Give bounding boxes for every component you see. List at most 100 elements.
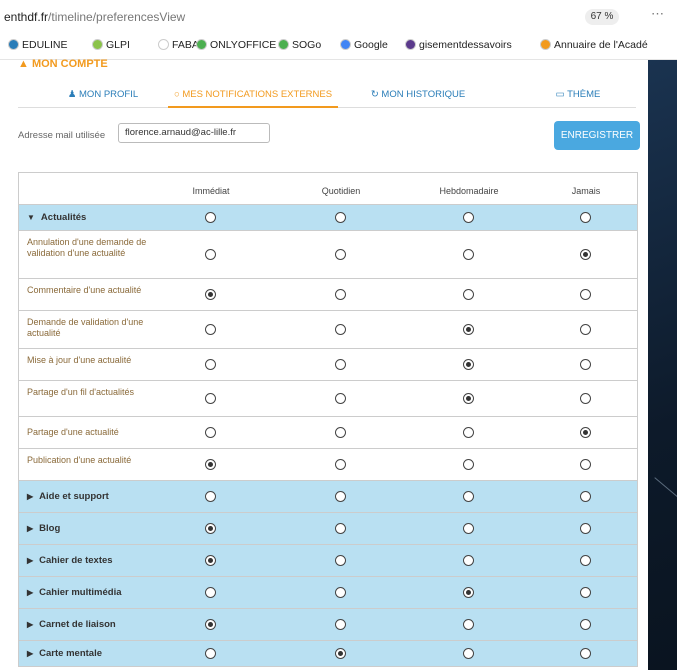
column-header: Jamais — [571, 186, 601, 196]
frequency-radio[interactable] — [463, 648, 474, 659]
bookmark-item[interactable]: FABA — [158, 39, 199, 51]
tab-theme[interactable]: ▭ THÈME — [538, 82, 618, 108]
bookmark-icon — [158, 39, 169, 50]
frequency-radio[interactable] — [205, 359, 216, 370]
bookmark-item[interactable]: Google — [340, 39, 388, 51]
frequency-radio[interactable] — [335, 324, 346, 335]
frequency-radio[interactable] — [205, 491, 216, 502]
frequency-radio[interactable] — [463, 393, 474, 404]
frequency-radio[interactable] — [335, 249, 346, 260]
frequency-radio[interactable] — [205, 289, 216, 300]
frequency-radio[interactable] — [335, 555, 346, 566]
frequency-radio[interactable] — [205, 249, 216, 260]
column-header: Hebdomadaire — [439, 186, 499, 196]
frequency-radio[interactable] — [580, 523, 591, 534]
expand-arrow-icon[interactable]: ▶ — [27, 492, 33, 501]
frequency-radio[interactable] — [580, 289, 591, 300]
mail-field[interactable]: florence.arnaud@ac-lille.fr — [118, 123, 270, 143]
zoom-indicator[interactable]: 67 % — [585, 9, 619, 25]
category-row[interactable]: ▼ Actualités — [19, 205, 637, 231]
url-field[interactable]: enthdf.fr/timeline/preferencesView — [4, 10, 185, 24]
frequency-radio[interactable] — [335, 523, 346, 534]
category-row[interactable]: ▶ Aide et support — [19, 481, 637, 513]
frequency-radio[interactable] — [205, 324, 216, 335]
frequency-radio[interactable] — [463, 555, 474, 566]
frequency-radio[interactable] — [580, 249, 591, 260]
frequency-radio[interactable] — [580, 393, 591, 404]
frequency-radio[interactable] — [463, 249, 474, 260]
bookmark-item[interactable]: Annuaire de l'Acadé — [540, 39, 648, 51]
bookmark-item[interactable]: SOGo — [278, 39, 321, 51]
frequency-radio[interactable] — [463, 324, 474, 335]
bookmark-item[interactable]: GLPI — [92, 39, 130, 51]
category-row[interactable]: ▶ Cahier de textes — [19, 545, 637, 577]
frequency-radio[interactable] — [580, 587, 591, 598]
frequency-radio[interactable] — [463, 427, 474, 438]
frequency-radio[interactable] — [580, 619, 591, 630]
category-row[interactable]: ▶ Carte mentale — [19, 641, 637, 667]
frequency-radio[interactable] — [463, 212, 474, 223]
frequency-radio[interactable] — [335, 393, 346, 404]
frequency-radio[interactable] — [580, 648, 591, 659]
frequency-radio[interactable] — [335, 491, 346, 502]
bookmark-item[interactable]: ONLYOFFICE — [196, 39, 276, 51]
frequency-radio[interactable] — [205, 459, 216, 470]
frequency-radio[interactable] — [335, 427, 346, 438]
frequency-radio[interactable] — [335, 619, 346, 630]
frequency-radio[interactable] — [580, 555, 591, 566]
tab-notifications[interactable]: ○ MES NOTIFICATIONS EXTERNES — [168, 82, 338, 108]
expand-arrow-icon[interactable]: ▶ — [27, 556, 33, 565]
column-header: Quotidien — [321, 186, 361, 196]
frequency-radio[interactable] — [205, 427, 216, 438]
row-label-cell: Annulation d'une demande de validation d… — [27, 237, 147, 259]
frequency-radio[interactable] — [463, 289, 474, 300]
frequency-radio[interactable] — [205, 393, 216, 404]
frequency-radio[interactable] — [580, 491, 591, 502]
frequency-radio[interactable] — [205, 587, 216, 598]
notification-row: Mise à jour d'une actualité — [19, 349, 637, 381]
frequency-radio[interactable] — [335, 587, 346, 598]
frequency-radio[interactable] — [335, 459, 346, 470]
frequency-radio[interactable] — [580, 324, 591, 335]
frequency-radio[interactable] — [335, 359, 346, 370]
tab-profile[interactable]: ♟ MON PROFIL — [48, 82, 158, 108]
frequency-radio[interactable] — [463, 459, 474, 470]
frequency-radio[interactable] — [580, 427, 591, 438]
frequency-radio[interactable] — [580, 359, 591, 370]
frequency-radio[interactable] — [335, 212, 346, 223]
frequency-radio[interactable] — [205, 619, 216, 630]
frequency-radio[interactable] — [580, 212, 591, 223]
more-menu-icon[interactable]: ⋯ — [651, 6, 664, 22]
frequency-radio[interactable] — [463, 619, 474, 630]
bookmark-icon — [92, 39, 103, 50]
frequency-radio[interactable] — [335, 648, 346, 659]
category-row[interactable]: ▶ Cahier multimédia — [19, 577, 637, 609]
frequency-radio[interactable] — [205, 523, 216, 534]
url-path: /timeline/preferencesView — [48, 10, 186, 24]
frequency-radio[interactable] — [205, 212, 216, 223]
tab-history[interactable]: ↻ MON HISTORIQUE — [358, 82, 478, 108]
row-label: Partage d'un fil d'actualités — [27, 387, 135, 397]
frequency-radio[interactable] — [463, 523, 474, 534]
category-row[interactable]: ▶ Carnet de liaison — [19, 609, 637, 641]
expand-arrow-icon[interactable]: ▶ — [27, 524, 33, 533]
expand-arrow-icon[interactable]: ▶ — [27, 649, 33, 658]
expand-arrow-icon[interactable]: ▶ — [27, 588, 33, 597]
frequency-radio[interactable] — [335, 289, 346, 300]
frequency-radio[interactable] — [580, 459, 591, 470]
row-label: Mise à jour d'une actualité — [27, 355, 132, 365]
collapse-arrow-icon[interactable]: ▼ — [27, 213, 35, 222]
frequency-radio[interactable] — [463, 491, 474, 502]
notifications-table: Immédiat Quotidien Hebdomadaire Jamais ▼ Actu… — [18, 172, 638, 667]
category-row[interactable]: ▶ Blog — [19, 513, 637, 545]
frequency-radio[interactable] — [205, 555, 216, 566]
frequency-radio[interactable] — [463, 359, 474, 370]
notification-row: Publication d'une actualité — [19, 449, 637, 481]
frequency-radio[interactable] — [463, 587, 474, 598]
frequency-radio[interactable] — [205, 648, 216, 659]
tabs-bar: ♟ MON PROFIL ○ MES NOTIFICATIONS EXTERNE… — [18, 82, 636, 108]
expand-arrow-icon[interactable]: ▶ — [27, 620, 33, 629]
save-button[interactable]: ENREGISTRER — [554, 121, 640, 150]
bookmark-item[interactable]: gisementdessavoirs — [405, 39, 512, 51]
bookmark-item[interactable]: EDULINE — [8, 39, 68, 51]
